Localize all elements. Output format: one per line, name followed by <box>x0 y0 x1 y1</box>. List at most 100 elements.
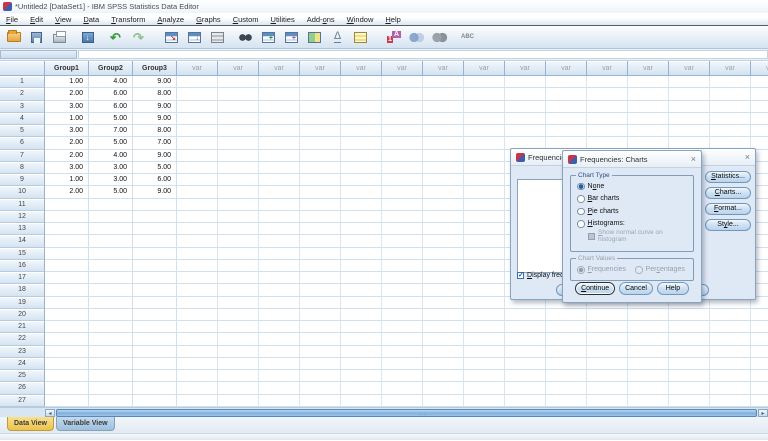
row-header[interactable]: 18 <box>0 284 45 297</box>
cell-var[interactable] <box>423 284 464 297</box>
row-header[interactable]: 7 <box>0 149 45 162</box>
cell-var[interactable] <box>464 321 505 334</box>
row-header[interactable]: 12 <box>0 210 45 223</box>
cell-var[interactable] <box>218 382 259 395</box>
cell-var[interactable] <box>218 100 259 113</box>
cell-var[interactable] <box>259 125 300 138</box>
cell-var[interactable] <box>710 125 751 138</box>
cell-var[interactable] <box>177 112 218 125</box>
cell-var[interactable] <box>382 284 423 297</box>
cell-var[interactable] <box>464 161 505 174</box>
cell-var[interactable] <box>423 137 464 150</box>
cell-group2[interactable]: 4.00 <box>89 149 133 162</box>
cell-group2[interactable]: 7.00 <box>89 125 133 138</box>
cell-group1[interactable] <box>45 333 89 346</box>
spell-check-button[interactable]: ABC <box>456 27 479 47</box>
cell-var[interactable] <box>505 357 546 370</box>
cell-var[interactable] <box>218 223 259 236</box>
row-header[interactable]: 16 <box>0 259 45 272</box>
column-header-var[interactable]: var <box>341 61 382 76</box>
cell-group1[interactable]: 3.00 <box>45 100 89 113</box>
cell-var[interactable] <box>341 259 382 272</box>
cell-var[interactable] <box>669 394 710 407</box>
cell-group2[interactable] <box>89 357 133 370</box>
weight-cases-button[interactable]: Δ <box>326 27 349 47</box>
row-header[interactable]: 13 <box>0 223 45 236</box>
cell-var[interactable] <box>177 370 218 383</box>
row-header[interactable]: 9 <box>0 174 45 187</box>
charts-button[interactable]: Charts... <box>705 187 751 199</box>
cell-var[interactable] <box>628 76 669 89</box>
cell-var[interactable] <box>751 357 768 370</box>
cell-var[interactable] <box>341 321 382 334</box>
cell-var[interactable] <box>177 210 218 223</box>
cell-var[interactable] <box>751 394 768 407</box>
cell-var[interactable] <box>177 223 218 236</box>
row-header[interactable]: 1 <box>0 76 45 89</box>
cell-var[interactable] <box>628 88 669 101</box>
cell-group1[interactable] <box>45 382 89 395</box>
cell-group1[interactable]: 2.00 <box>45 186 89 199</box>
cell-var[interactable] <box>300 382 341 395</box>
cell-group3[interactable] <box>133 321 177 334</box>
cell-var[interactable] <box>177 247 218 260</box>
cell-var[interactable] <box>423 370 464 383</box>
cell-group1[interactable] <box>45 284 89 297</box>
open-data-document-button[interactable] <box>2 27 25 47</box>
cell-var[interactable] <box>423 272 464 285</box>
cell-var[interactable] <box>505 100 546 113</box>
select-cases-button[interactable] <box>349 27 372 47</box>
cell-var[interactable] <box>259 370 300 383</box>
cell-var[interactable] <box>669 76 710 89</box>
cell-var[interactable] <box>341 370 382 383</box>
column-header-var[interactable]: var <box>628 61 669 76</box>
cell-group2[interactable]: 3.00 <box>89 174 133 187</box>
cell-var[interactable] <box>464 174 505 187</box>
cell-var[interactable] <box>382 210 423 223</box>
cell-group2[interactable] <box>89 259 133 272</box>
cell-var[interactable] <box>505 345 546 358</box>
cell-group1[interactable]: 1.00 <box>45 174 89 187</box>
cell-var[interactable] <box>300 186 341 199</box>
cell-var[interactable] <box>464 112 505 125</box>
continue-button[interactable]: Continue <box>575 282 616 295</box>
cell-var[interactable] <box>300 149 341 162</box>
cell-var[interactable] <box>300 210 341 223</box>
cell-group1[interactable] <box>45 235 89 248</box>
insert-cases-button[interactable]: + <box>257 27 280 47</box>
cell-group2[interactable] <box>89 321 133 334</box>
cell-var[interactable] <box>423 394 464 407</box>
cell-var[interactable] <box>464 76 505 89</box>
column-header-var[interactable]: var <box>177 61 218 76</box>
cell-group1[interactable] <box>45 345 89 358</box>
cell-group1[interactable] <box>45 198 89 211</box>
none-radio[interactable] <box>577 182 585 190</box>
cell-var[interactable] <box>218 88 259 101</box>
cell-var[interactable] <box>423 296 464 309</box>
cell-var[interactable] <box>177 333 218 346</box>
column-header-var[interactable]: var <box>464 61 505 76</box>
cell-var[interactable] <box>382 308 423 321</box>
cell-var[interactable] <box>423 100 464 113</box>
cell-group2[interactable]: 6.00 <box>89 100 133 113</box>
column-header-var[interactable]: var <box>710 61 751 76</box>
cell-var[interactable] <box>382 357 423 370</box>
column-header-var[interactable]: var <box>751 61 768 76</box>
cell-var[interactable] <box>218 394 259 407</box>
statistics-button[interactable]: Statistics... <box>705 171 751 183</box>
cell-var[interactable] <box>382 296 423 309</box>
cell-var[interactable] <box>587 357 628 370</box>
cell-group2[interactable]: 5.00 <box>89 112 133 125</box>
cell-var[interactable] <box>505 321 546 334</box>
cell-var[interactable] <box>341 247 382 260</box>
cell-var[interactable] <box>710 333 751 346</box>
column-header-var[interactable]: var <box>669 61 710 76</box>
cell-var[interactable] <box>669 112 710 125</box>
cell-group1[interactable]: 1.00 <box>45 112 89 125</box>
cell-var[interactable] <box>423 333 464 346</box>
cell-var[interactable] <box>341 308 382 321</box>
menu-window[interactable]: Window <box>341 13 380 25</box>
cell-var[interactable] <box>628 394 669 407</box>
row-header[interactable]: 2 <box>0 88 45 101</box>
cell-group1[interactable] <box>45 370 89 383</box>
